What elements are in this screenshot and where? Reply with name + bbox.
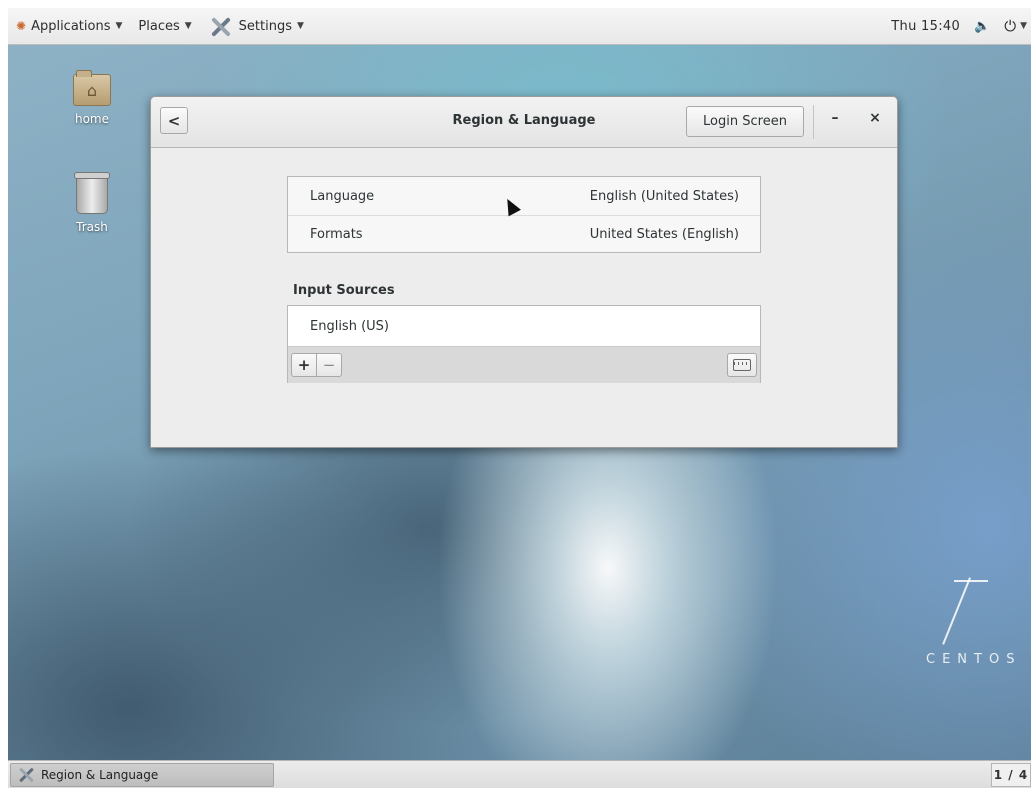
close-button[interactable]: × <box>865 110 885 130</box>
settings-label: Settings <box>238 18 292 34</box>
desktop: ✺ Applications ▼ Places ▼ Settings ▼ Thu… <box>8 8 1031 788</box>
chevron-down-icon: ▼ <box>1020 21 1027 31</box>
chevron-down-icon: ▼ <box>115 21 123 31</box>
applications-label: Applications <box>31 18 111 34</box>
places-label: Places <box>138 18 180 34</box>
centos-seven-logo-icon <box>942 568 998 658</box>
add-input-source-button[interactable]: + <box>291 353 317 377</box>
chevron-down-icon: ▼ <box>184 21 192 31</box>
home-label: home <box>74 112 110 126</box>
trash-label: Trash <box>76 220 108 234</box>
minimize-button[interactable]: – <box>825 110 845 130</box>
home-desktop-icon[interactable]: ⌂ home <box>52 70 132 126</box>
bottom-taskbar: Region & Language 1 / 4 <box>8 760 1031 788</box>
input-sources-heading: Input Sources <box>293 283 395 298</box>
top-panel: ✺ Applications ▼ Places ▼ Settings ▼ Thu… <box>8 8 1031 45</box>
language-value: English (United States) <box>589 188 739 204</box>
input-source-label: English (US) <box>310 318 389 334</box>
input-sources-toolbar: + − <box>288 347 760 383</box>
chevron-down-icon: ▼ <box>297 21 304 31</box>
formats-label: Formats <box>310 227 363 242</box>
trash-icon <box>74 172 110 214</box>
centos-logo-text: CENTOS <box>926 652 1022 667</box>
places-menu[interactable]: Places ▼ <box>130 8 199 44</box>
trash-desktop-icon[interactable]: Trash <box>52 172 132 234</box>
settings-app-menu[interactable]: Settings ▼ <box>200 8 312 44</box>
formats-row[interactable]: Formats United States (English) <box>288 215 760 253</box>
clock[interactable]: Thu 15:40 <box>891 19 960 34</box>
header-bar: < Region & Language Login Screen – × <box>151 97 897 148</box>
input-sources-list: English (US) + − <box>287 305 761 383</box>
language-row[interactable]: Language English (United States) <box>288 177 760 215</box>
keyboard-icon <box>733 359 751 371</box>
remove-input-source-button[interactable]: − <box>316 353 342 377</box>
home-folder-icon: ⌂ <box>73 70 111 106</box>
volume-icon[interactable]: 🔈 <box>974 19 990 34</box>
formats-value: United States (English) <box>589 227 739 242</box>
login-screen-button[interactable]: Login Screen <box>686 106 804 137</box>
region-language-window: < Region & Language Login Screen – × Lan… <box>150 96 898 448</box>
settings-tools-icon <box>208 15 234 37</box>
applications-menu[interactable]: ✺ Applications ▼ <box>8 8 130 44</box>
keyboard-layout-button[interactable] <box>727 353 757 377</box>
input-source-item[interactable]: English (US) <box>288 306 760 347</box>
taskbar-window-label: Region & Language <box>41 768 159 782</box>
system-menu[interactable]: ⏻ ▼ <box>1004 17 1027 35</box>
language-label: Language <box>310 188 375 204</box>
taskbar-window-button[interactable]: Region & Language <box>10 763 274 787</box>
applications-icon: ✺ <box>16 19 27 33</box>
workspace-indicator[interactable]: 1 / 4 <box>991 763 1031 787</box>
settings-tools-icon <box>17 766 35 784</box>
header-separator <box>813 105 814 139</box>
power-icon: ⏻ <box>1004 17 1017 35</box>
language-formats-list: Language English (United States) Formats… <box>287 176 761 253</box>
